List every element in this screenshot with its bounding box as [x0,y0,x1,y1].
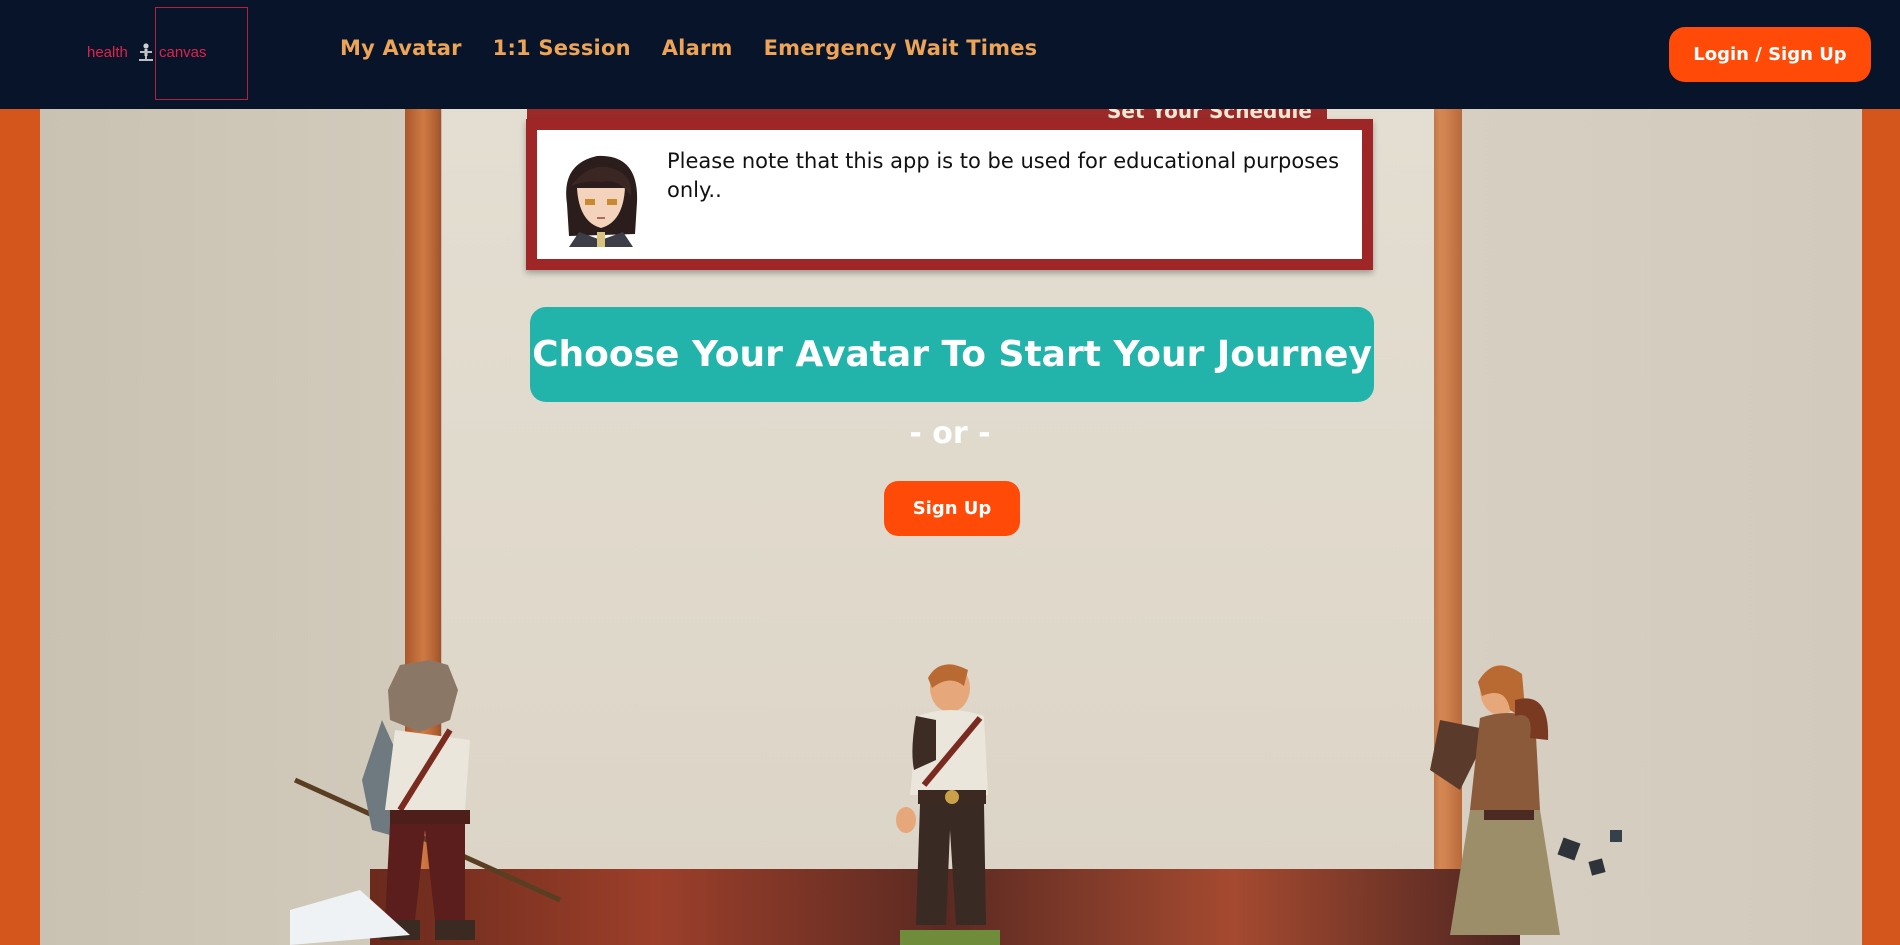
login-signup-button[interactable]: Login / Sign Up [1669,27,1871,82]
sign-up-button[interactable]: Sign Up [884,481,1020,536]
werewolf-warrior-avatar[interactable] [290,650,570,945]
top-banner-strip: Set Your Schedule Through Alarms [527,109,1327,147]
nav-emergency-wait-times[interactable]: Emergency Wait Times [764,36,1038,60]
logo-text-health: health [87,44,128,61]
logo-text-canvas: canvas [159,44,207,61]
top-navbar: health canvas My Avatar 1:1 Session Alar… [0,0,1900,109]
nav-session[interactable]: 1:1 Session [493,36,631,60]
or-separator: - or - [909,416,991,451]
choose-avatar-button[interactable]: Choose Your Avatar To Start Your Journey [530,307,1374,402]
nav-links: My Avatar 1:1 Session Alarm Emergency Wa… [340,36,1037,60]
disclaimer-text: Please note that this app is to be used … [667,149,1340,202]
nav-my-avatar[interactable]: My Avatar [340,36,462,60]
guide-avatar-portrait [549,144,652,247]
logo-figure-icon [139,43,153,61]
swordsman-avatar[interactable] [880,660,1020,945]
nav-alarm[interactable]: Alarm [662,36,733,60]
ranger-avatar[interactable] [1410,660,1630,945]
disclaimer-notice: Please note that this app is to be used … [526,119,1373,270]
